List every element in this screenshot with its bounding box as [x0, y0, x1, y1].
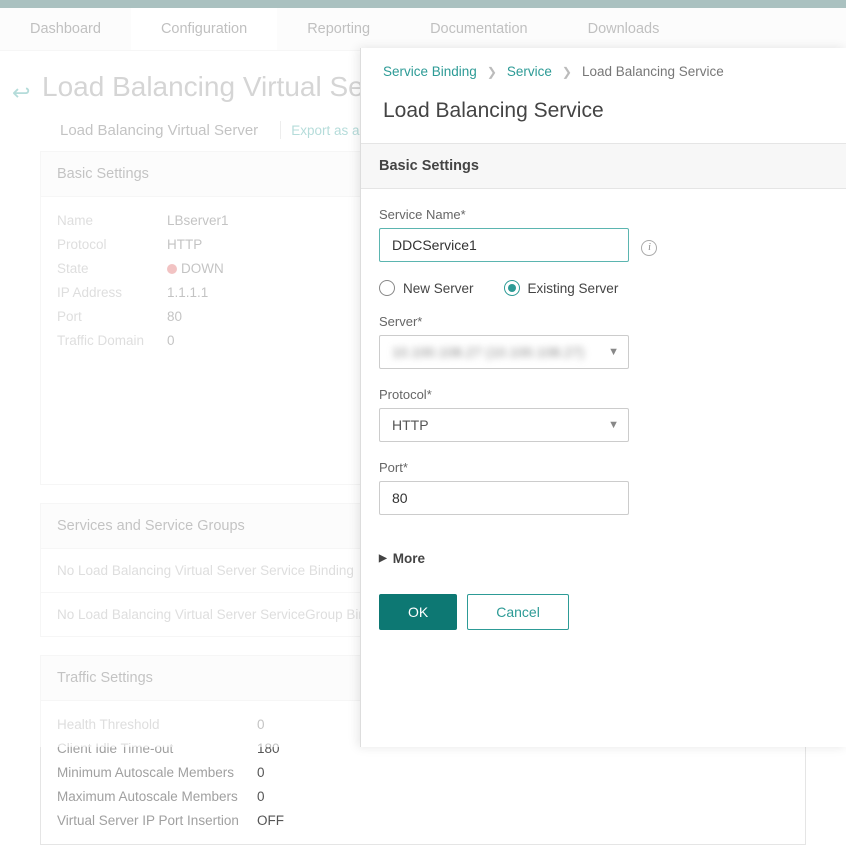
breadcrumb-current: Load Balancing Service: [582, 64, 724, 79]
servicegroup-binding-text: Load Balancing Virtual Server ServiceGro…: [78, 607, 391, 622]
server-select[interactable]: 10.100.108.27 (10.100.108.27): [379, 335, 629, 369]
port-label: Port*: [379, 460, 828, 475]
side-panel: Service Binding ❯ Service ❯ Load Balanci…: [360, 48, 846, 747]
server-type-radio-group: New Server Existing Server: [379, 280, 828, 296]
label-max: Maximum Autoscale Members: [57, 789, 257, 804]
label-ipport: Virtual Server IP Port Insertion: [57, 813, 257, 828]
label-health: Health Threshold: [57, 717, 257, 732]
label-idle: Client Idle Time-out: [57, 741, 257, 756]
more-toggle[interactable]: ▶ More: [361, 541, 846, 584]
top-bar: [0, 0, 846, 8]
value-ipport: OFF: [257, 813, 789, 828]
label-port: Port: [57, 309, 167, 324]
field-protocol: Protocol* HTTP ▼: [379, 387, 828, 442]
value-max: 0: [257, 789, 789, 804]
server-label: Server*: [379, 314, 828, 329]
tab-downloads[interactable]: Downloads: [558, 8, 690, 50]
triangle-right-icon: ▶: [379, 553, 387, 564]
port-input[interactable]: [379, 481, 629, 515]
radio-icon: [504, 280, 520, 296]
radio-icon: [379, 280, 395, 296]
no-label: No: [57, 563, 74, 578]
service-binding-text: Load Balancing Virtual Server Service Bi…: [78, 563, 354, 578]
tab-configuration[interactable]: Configuration: [131, 8, 277, 50]
radio-existing-label: Existing Server: [528, 281, 619, 296]
tab-reporting[interactable]: Reporting: [277, 8, 400, 50]
button-row: OK Cancel: [361, 584, 846, 640]
tab-bar: Dashboard Configuration Reporting Docume…: [0, 8, 846, 51]
radio-new-label: New Server: [403, 281, 474, 296]
chevron-right-icon: ❯: [562, 65, 572, 79]
state-text: DOWN: [181, 261, 224, 276]
service-name-input[interactable]: [379, 228, 629, 262]
label-ip: IP Address: [57, 285, 167, 300]
label-min: Minimum Autoscale Members: [57, 765, 257, 780]
panel-title: Load Balancing Service: [361, 89, 846, 143]
service-name-label: Service Name*: [379, 207, 828, 222]
server-value: 10.100.108.27 (10.100.108.27): [392, 344, 584, 360]
subheader-title: Load Balancing Virtual Server: [60, 122, 258, 139]
field-service-name: Service Name* i: [379, 207, 828, 262]
panel-section-header: Basic Settings: [361, 144, 846, 189]
panel-basic-settings: Basic Settings Service Name* i New Serve…: [361, 143, 846, 584]
back-arrow-icon[interactable]: ↩: [12, 80, 30, 106]
field-server: Server* 10.100.108.27 (10.100.108.27) ▼: [379, 314, 828, 369]
status-dot-icon: [167, 264, 177, 274]
protocol-label: Protocol*: [379, 387, 828, 402]
tab-dashboard[interactable]: Dashboard: [0, 8, 131, 50]
label-name: Name: [57, 213, 167, 228]
label-state: State: [57, 261, 167, 276]
value-min: 0: [257, 765, 789, 780]
chevron-right-icon: ❯: [487, 65, 497, 79]
field-port: Port*: [379, 460, 828, 515]
breadcrumb-service[interactable]: Service: [507, 64, 552, 79]
protocol-select[interactable]: HTTP: [379, 408, 629, 442]
info-icon[interactable]: i: [641, 240, 657, 256]
radio-new-server[interactable]: New Server: [379, 280, 474, 296]
tab-documentation[interactable]: Documentation: [400, 8, 558, 50]
label-protocol: Protocol: [57, 237, 167, 252]
more-label: More: [393, 551, 425, 566]
breadcrumb: Service Binding ❯ Service ❯ Load Balanci…: [361, 48, 846, 89]
label-traffic: Traffic Domain: [57, 333, 167, 348]
cancel-button[interactable]: Cancel: [467, 594, 569, 630]
no-label: No: [57, 607, 74, 622]
radio-existing-server[interactable]: Existing Server: [504, 280, 619, 296]
ok-button[interactable]: OK: [379, 594, 457, 630]
breadcrumb-service-binding[interactable]: Service Binding: [383, 64, 477, 79]
divider: [280, 121, 281, 139]
